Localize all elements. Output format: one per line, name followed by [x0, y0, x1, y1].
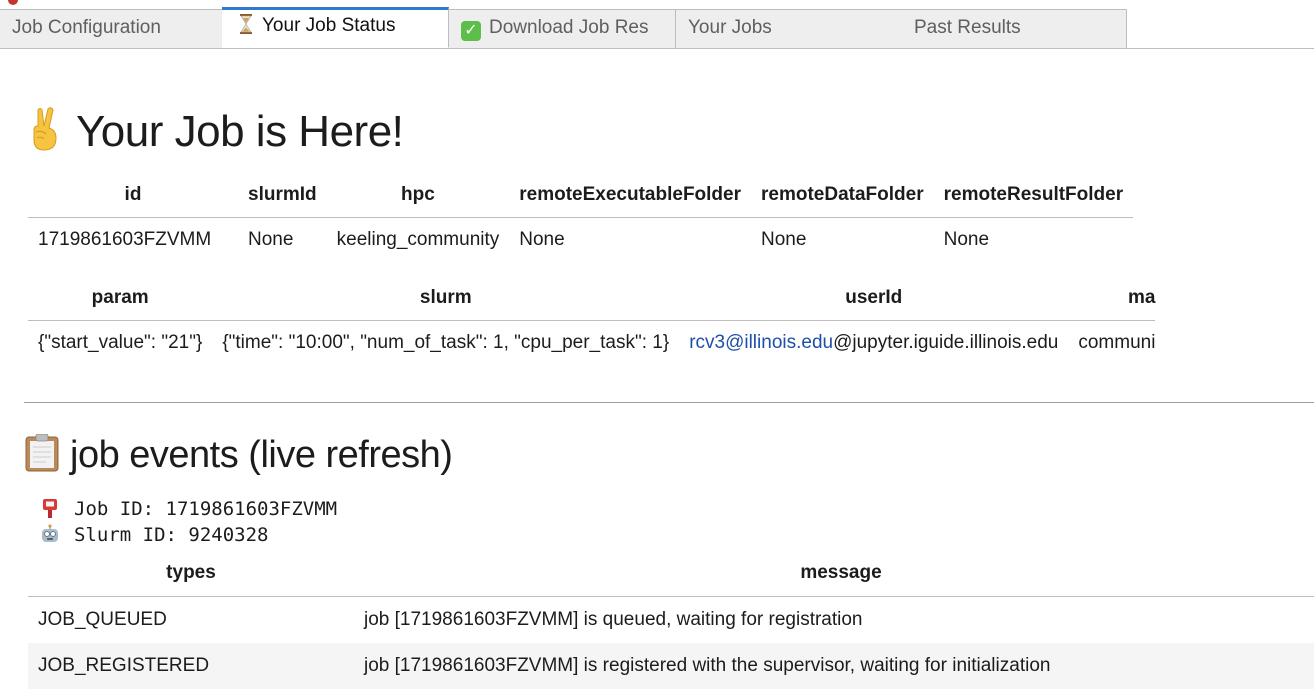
column-header: types	[28, 550, 354, 597]
table-row: JOB_QUEUED job [1719861603FZVMM] is queu…	[28, 597, 1314, 644]
page-title-text: Your Job is Here!	[76, 107, 404, 156]
column-header: slurmId	[238, 173, 327, 218]
cell-slurm: {"time": "10:00", "num_of_task": 1, "cpu…	[222, 332, 670, 353]
column-header: remoteDataFolder	[751, 173, 934, 218]
tab-job-configuration[interactable]: Job Configuration	[0, 9, 223, 49]
event-message: job [1719861603FZVMM] is queued, waiting…	[364, 609, 863, 630]
tab-bar: Job Configuration Your Job Status ✓ Downl…	[0, 7, 1314, 49]
tab-download-job-results[interactable]: ✓ Download Job Res	[449, 9, 676, 49]
tab-past-results[interactable]: Past Results	[902, 9, 1127, 49]
cell-user-id: rcv3@illinois.edu@jupyter.iguide.illinoi…	[679, 321, 1068, 366]
tab-label: Your Jobs	[688, 17, 772, 38]
page-title: Your Job is Here!	[28, 106, 404, 157]
job-id-text: Job ID: 1719861603FZVMM	[74, 498, 338, 520]
event-type: JOB_QUEUED	[38, 609, 167, 630]
status-dot-icon	[8, 0, 18, 5]
victory-hand-icon	[28, 106, 64, 152]
column-header: id	[28, 173, 238, 218]
column-header: message	[354, 550, 1314, 597]
cell-slurm-id: None	[248, 229, 294, 250]
cell-hpc: keeling_community	[336, 229, 500, 250]
cell-remote-result-folder: None	[943, 229, 990, 250]
tab-label: Your Job Status	[262, 15, 396, 36]
column-header: param	[28, 276, 213, 321]
section-divider	[24, 402, 1314, 403]
table-row: 1719861603FZVMM None keeling_community N…	[28, 218, 1133, 263]
job-ids-block: Job ID: 1719861603FZVMM Slurm ID: 924032…	[40, 496, 337, 548]
cell-id: 1719861603FZVMM	[38, 229, 212, 250]
table-header-row: param slurm userId ma	[28, 276, 1156, 321]
events-section-title: job events (live refresh)	[24, 433, 453, 477]
table-header-row: types message	[28, 550, 1314, 597]
postbox-icon	[40, 498, 60, 518]
cell-ma: communi	[1078, 332, 1156, 353]
table-header-row: id slurmId hpc remoteExecutableFolder re…	[28, 173, 1134, 218]
check-mark-icon: ✓	[461, 21, 481, 41]
event-type: JOB_REGISTERED	[28, 643, 354, 689]
column-header: slurm	[212, 276, 680, 321]
events-title-text: job events (live refresh)	[70, 434, 453, 476]
column-header: ma	[1068, 276, 1156, 321]
tab-label: Past Results	[914, 17, 1021, 38]
user-id-domain: @jupyter.iguide.illinois.edu	[833, 332, 1059, 353]
slurm-id-line: Slurm ID: 9240328	[40, 522, 337, 548]
column-header: userId	[679, 276, 1069, 321]
cell-remote-data-folder: None	[761, 229, 807, 250]
job-id-line: Job ID: 1719861603FZVMM	[40, 496, 337, 522]
event-message: job [1719861603FZVMM] is registered with…	[354, 643, 1314, 689]
tab-your-jobs[interactable]: Your Jobs	[676, 9, 903, 49]
tab-label: Download Job Res	[489, 17, 649, 38]
robot-icon	[40, 524, 60, 544]
column-header: hpc	[326, 173, 510, 218]
table-row: {"start_value": "21"} {"time": "10:00", …	[28, 321, 1155, 366]
cell-remote-executable-folder: None	[519, 229, 565, 250]
hourglass-icon	[240, 14, 252, 34]
tab-label: Job Configuration	[12, 17, 161, 38]
job-events-table: types message JOB_QUEUED job [1719861603…	[28, 550, 1314, 689]
column-header: remoteResultFolder	[933, 173, 1134, 218]
clipboard-icon	[24, 433, 60, 472]
cell-param: {"start_value": "21"}	[38, 332, 203, 353]
user-email-link[interactable]: rcv3@illinois.edu	[689, 332, 833, 353]
tab-your-job-status[interactable]: Your Job Status	[222, 7, 449, 48]
table-row: JOB_REGISTERED job [1719861603FZVMM] is …	[28, 643, 1314, 689]
job-params-table: param slurm userId ma {"start_value": "2…	[28, 276, 1156, 366]
column-header: remoteExecutableFolder	[509, 173, 752, 218]
job-info-table: id slurmId hpc remoteExecutableFolder re…	[28, 173, 1134, 263]
slurm-id-text: Slurm ID: 9240328	[74, 524, 269, 546]
